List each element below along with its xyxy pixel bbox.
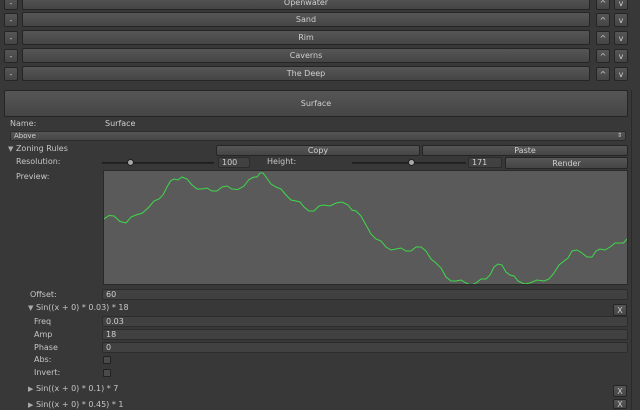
paste-button[interactable]: Paste	[422, 145, 628, 156]
abs-label: Abs:	[34, 355, 52, 364]
invert-checkbox[interactable]	[103, 369, 111, 377]
zoning-rules-label: Zoning Rules	[15, 144, 68, 153]
remove-zone-button[interactable]: -	[4, 67, 18, 81]
remove-zone-button[interactable]: -	[4, 13, 18, 27]
abs-checkbox[interactable]	[103, 356, 111, 364]
remove-function-3-button[interactable]: X	[613, 399, 627, 409]
move-zone-down-button[interactable]: v	[614, 67, 628, 81]
move-zone-down-button[interactable]: v	[614, 13, 628, 27]
resolution-slider-thumb[interactable]	[127, 159, 134, 166]
amp-label: Amp	[34, 330, 53, 339]
function-3-foldout[interactable]: ▶ Sin((x + 0) * 0.45) * 1	[28, 400, 123, 409]
zoning-rules-foldout[interactable]: ▼ Zoning Rules	[8, 144, 68, 153]
move-zone-up-button[interactable]: ^	[596, 0, 610, 10]
offset-field[interactable]: 60	[102, 289, 628, 300]
move-zone-down-button[interactable]: v	[614, 0, 628, 10]
remove-function-1-button[interactable]: X	[613, 304, 627, 316]
panel-divider	[631, 90, 632, 410]
resolution-slider-track	[102, 162, 214, 164]
height-label: Height:	[267, 157, 297, 166]
above-dropdown[interactable]: Above ⇕	[10, 131, 626, 141]
function-2-title: Sin((x + 0) * 0.1) * 7	[35, 384, 119, 393]
phase-field[interactable]: 0	[102, 342, 628, 353]
remove-zone-button[interactable]: -	[4, 31, 18, 45]
zone-button[interactable]: Caverns	[22, 48, 590, 63]
copy-button[interactable]: Copy	[216, 145, 420, 156]
expand-triangle-icon: ▼	[8, 145, 14, 153]
collapsed-triangle-icon: ▶	[28, 385, 34, 393]
freq-label: Freq	[34, 317, 52, 326]
function-3-title: Sin((x + 0) * 0.45) * 1	[35, 400, 124, 409]
collapsed-triangle-icon: ▶	[28, 401, 34, 409]
height-value-field[interactable]: 171	[468, 157, 502, 168]
function-2-foldout[interactable]: ▶ Sin((x + 0) * 0.1) * 7	[28, 384, 118, 393]
height-slider[interactable]	[352, 158, 466, 167]
move-zone-down-button[interactable]: v	[614, 49, 628, 63]
resolution-value-field[interactable]: 100	[218, 157, 250, 168]
zone-button[interactable]: Rim	[22, 30, 590, 45]
dropdown-arrow-icon: ⇕	[616, 132, 622, 139]
preview-curve	[103, 172, 628, 286]
move-zone-down-button[interactable]: v	[614, 31, 628, 45]
preview-graph	[103, 170, 628, 286]
remove-zone-button[interactable]: -	[4, 49, 18, 63]
function-1-title: Sin((x + 0) * 0.03) * 18	[35, 303, 129, 312]
move-zone-up-button[interactable]: ^	[596, 67, 610, 81]
move-zone-up-button[interactable]: ^	[596, 31, 610, 45]
above-dropdown-value: Above	[14, 132, 36, 140]
zone-button[interactable]: Sand	[22, 12, 590, 27]
zone-button[interactable]: Openwater	[22, 0, 590, 10]
phase-label: Phase	[34, 343, 58, 352]
resolution-label: Resolution:	[16, 157, 61, 166]
expand-triangle-icon: ▼	[28, 304, 34, 312]
selected-zone-button[interactable]: Surface	[4, 90, 628, 117]
invert-label: Invert:	[34, 368, 61, 377]
name-field[interactable]: Surface	[102, 118, 628, 129]
freq-field[interactable]: 0.03	[102, 316, 628, 327]
name-label: Name:	[10, 119, 37, 128]
zone-button[interactable]: The Deep	[22, 66, 590, 81]
amp-field[interactable]: 18	[102, 329, 628, 340]
move-zone-up-button[interactable]: ^	[596, 13, 610, 27]
render-button[interactable]: Render	[505, 157, 628, 169]
remove-function-2-button[interactable]: X	[613, 385, 627, 397]
preview-label: Preview:	[16, 172, 50, 181]
move-zone-up-button[interactable]: ^	[596, 49, 610, 63]
remove-zone-button[interactable]: -	[4, 0, 18, 10]
function-1-foldout[interactable]: ▼ Sin((x + 0) * 0.03) * 18	[28, 303, 129, 312]
resolution-slider[interactable]	[102, 158, 214, 167]
preview-curve-svg	[103, 172, 628, 286]
offset-label: Offset:	[30, 290, 57, 299]
height-slider-thumb[interactable]	[408, 159, 416, 166]
